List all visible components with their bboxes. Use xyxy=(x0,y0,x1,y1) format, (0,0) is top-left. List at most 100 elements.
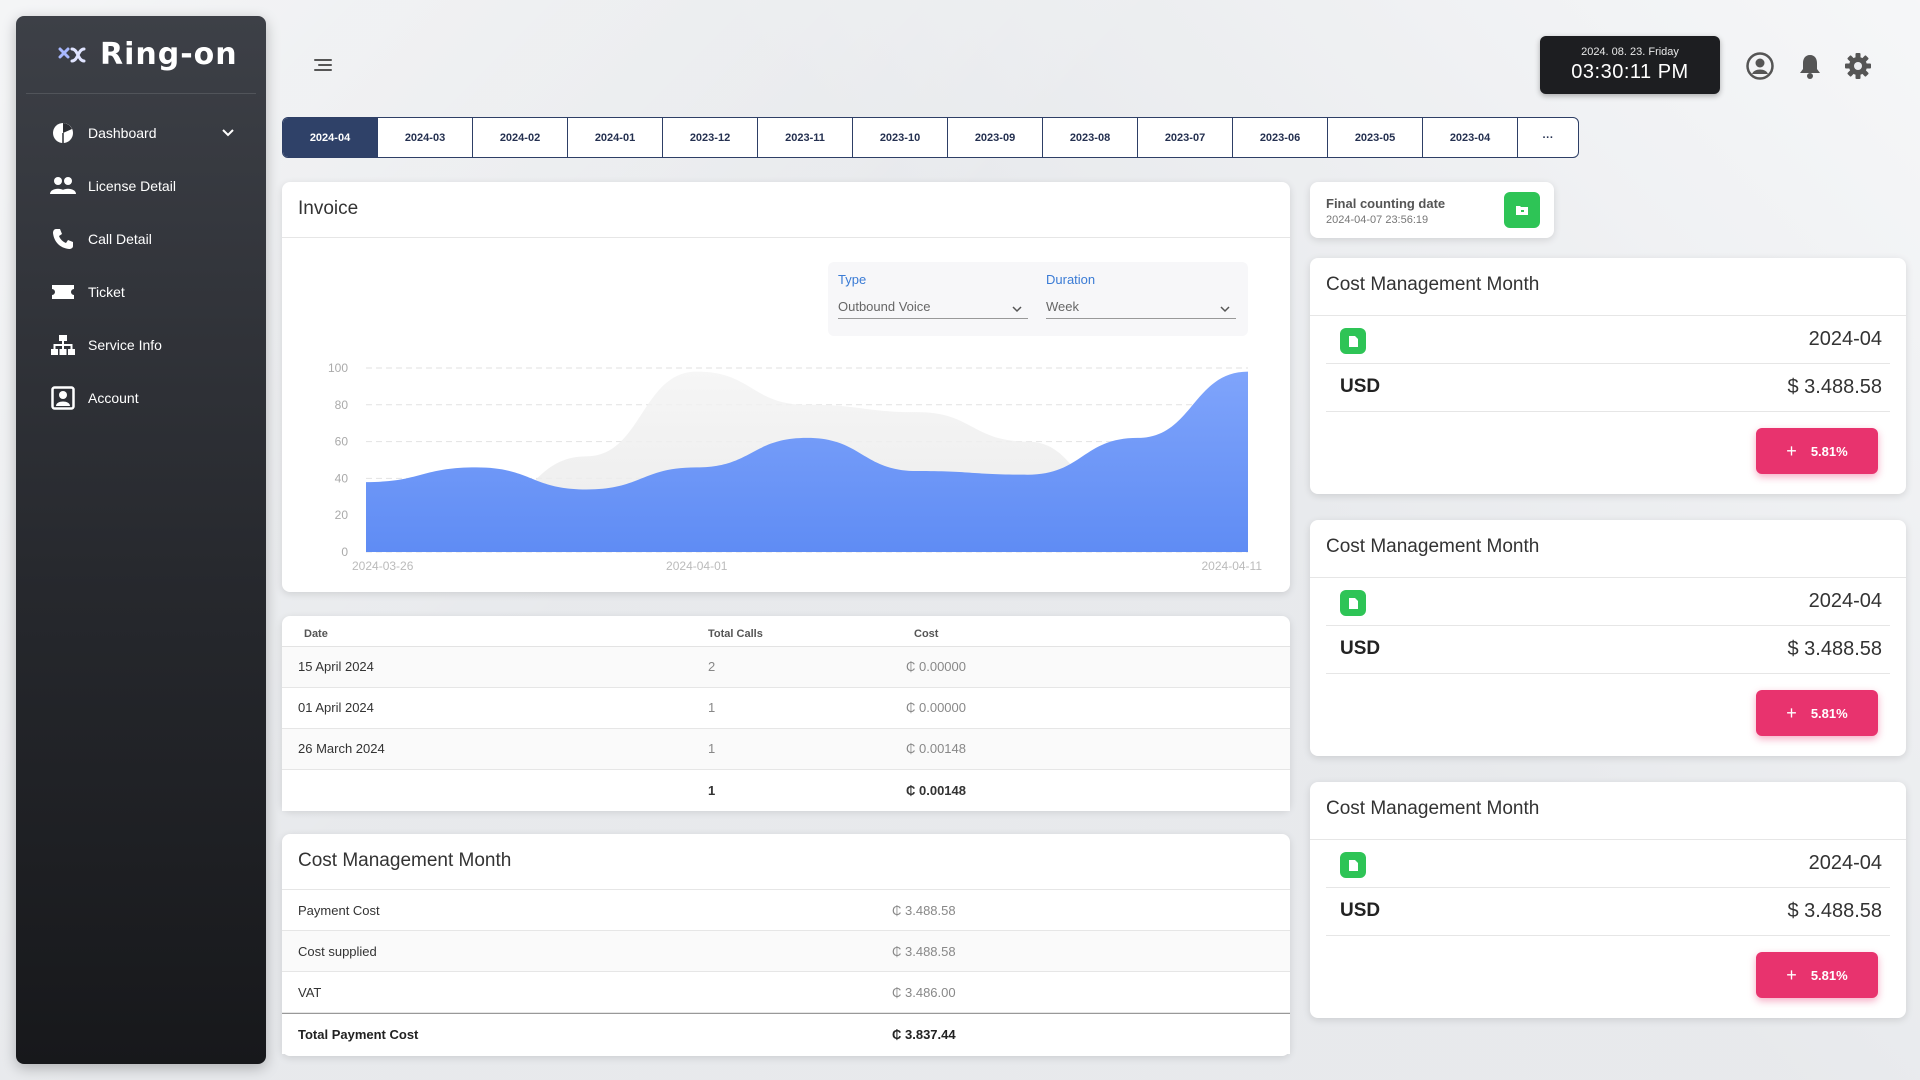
tab-2023-06[interactable]: 2023-06 xyxy=(1233,118,1328,157)
cell-date: 01 April 2024 xyxy=(282,687,708,729)
chevron-down-icon[interactable] xyxy=(222,124,234,140)
cost-row-label: Payment Cost xyxy=(298,902,380,918)
percent-change-button[interactable]: + 5.81% xyxy=(1756,428,1878,474)
cost-row-value: ₵ 3.488.58 xyxy=(892,943,956,959)
tab-2023-09[interactable]: 2023-09 xyxy=(948,118,1043,157)
document-icon xyxy=(1340,852,1366,878)
cost-management-month-card: Cost Management Month 2024-04 USD $ 3.48… xyxy=(1310,258,1906,494)
column-header-cost: Cost xyxy=(914,616,1290,647)
duration-select[interactable]: Week xyxy=(1046,299,1236,319)
cost-row: Cost supplied ₵ 3.488.58 xyxy=(282,931,1290,972)
document-icon xyxy=(1340,590,1366,616)
tab-2023-10[interactable]: 2023-10 xyxy=(853,118,948,157)
final-counting-value: 2024-04-07 23:56:19 xyxy=(1326,214,1429,226)
column-header-total-calls: Total Calls xyxy=(708,616,914,647)
sidebar-item-account[interactable]: Account xyxy=(16,371,266,424)
calls-table: Date Total Calls Cost 15 April 2024 2 ₵ … xyxy=(282,616,1290,811)
month-row: 2024-04 xyxy=(1326,578,1890,626)
amount-value: $ 3.488.58 xyxy=(1787,376,1882,398)
table-row[interactable]: 15 April 2024 2 ₵ 0.00000 xyxy=(282,646,1290,688)
sitemap-icon xyxy=(50,332,76,358)
invoice-filter: Type Outbound Voice Duration Week xyxy=(828,262,1248,336)
currency-label: USD xyxy=(1340,638,1381,659)
invoice-chart: 100 80 60 40 20 0 2024-03-26 2024-04-01 2024-04-… xyxy=(328,361,1263,573)
cost-total-value: ₵ 3.837.44 xyxy=(892,1026,956,1042)
cell-cost: ₵ 0.00000 xyxy=(906,687,1290,729)
tab-2023-12[interactable]: 2023-12 xyxy=(663,118,758,157)
percent-change-label: 5.81% xyxy=(1810,443,1848,459)
cell-cost: ₵ 0.00148 xyxy=(906,728,1290,770)
cost-row-value: ₵ 3.488.58 xyxy=(892,902,956,918)
clock-time: 03:30:11 PM xyxy=(1571,61,1689,83)
logo-mark-icon xyxy=(58,47,86,62)
card-title: Cost Management Month xyxy=(1310,520,1906,578)
cost-row: VAT ₵ 3.486.00 xyxy=(282,972,1290,1013)
clock-widget: 2024. 08. 23. Friday 03:30:11 PM xyxy=(1540,36,1720,94)
percent-change-label: 5.81% xyxy=(1810,705,1848,721)
month-tabs: 2024-04 2024-03 2024-02 2024-01 2023-12 … xyxy=(282,117,1579,158)
y-tick-label: 20 xyxy=(335,508,349,522)
final-counting-label: Final counting date xyxy=(1326,196,1446,211)
tab-more[interactable]: ··· xyxy=(1518,118,1578,157)
gear-icon[interactable] xyxy=(1844,52,1872,80)
column-header-date: Date xyxy=(282,616,708,647)
sidebar-item-ticket[interactable]: Ticket xyxy=(16,265,266,318)
document-icon xyxy=(1340,328,1366,354)
plus-icon: + xyxy=(1786,702,1797,723)
area-series-blue xyxy=(366,371,1248,552)
cell-total-calls: 1 xyxy=(708,728,914,770)
folder-icon[interactable] xyxy=(1504,192,1540,228)
cost-row: Payment Cost ₵ 3.488.58 xyxy=(282,890,1290,931)
cell-date: 26 March 2024 xyxy=(282,728,708,770)
tab-2023-04[interactable]: 2023-04 xyxy=(1423,118,1518,157)
tab-2023-07[interactable]: 2023-07 xyxy=(1138,118,1233,157)
duration-label: Duration xyxy=(1046,272,1096,287)
y-tick-label: 40 xyxy=(335,471,349,485)
sidebar-item-label: Account xyxy=(88,389,139,406)
tab-2024-01[interactable]: 2024-01 xyxy=(568,118,663,157)
currency-label: USD xyxy=(1340,376,1381,397)
tab-2023-11[interactable]: 2023-11 xyxy=(758,118,853,157)
logo[interactable]: Ring-on xyxy=(26,16,256,94)
cost-row-label: VAT xyxy=(298,984,322,1000)
percent-change-button[interactable]: + 5.81% xyxy=(1756,952,1878,998)
y-tick-label: 100 xyxy=(328,361,348,375)
tab-2024-03[interactable]: 2024-03 xyxy=(378,118,473,157)
tab-2023-08[interactable]: 2023-08 xyxy=(1043,118,1138,157)
chevron-down-icon xyxy=(1012,301,1022,316)
percent-change-button[interactable]: + 5.81% xyxy=(1756,690,1878,736)
ticket-icon xyxy=(50,279,76,305)
table-total-row: 1 ₵ 0.00148 xyxy=(282,768,1290,811)
amount-value: $ 3.488.58 xyxy=(1787,900,1882,922)
cell-total-label xyxy=(282,768,708,811)
sidebar-item-dashboard[interactable]: Dashboard xyxy=(16,106,266,159)
bell-icon[interactable] xyxy=(1796,52,1824,80)
table-header-row: Date Total Calls Cost xyxy=(282,616,1290,647)
table-row[interactable]: 01 April 2024 1 ₵ 0.00000 xyxy=(282,687,1290,729)
sidebar-item-service-info[interactable]: Service Info xyxy=(16,318,266,371)
tab-2023-05[interactable]: 2023-05 xyxy=(1328,118,1423,157)
y-tick-label: 0 xyxy=(341,545,348,559)
sidebar-item-license-detail[interactable]: License Detail xyxy=(16,159,266,212)
tab-2024-04[interactable]: 2024-04 xyxy=(283,118,378,157)
y-tick-label: 80 xyxy=(335,398,349,412)
invoice-card: Invoice 100 80 60 40 20 0 2024-03-26 2024-04-01… xyxy=(282,182,1290,592)
cost-management-title: Cost Management Month xyxy=(282,834,1290,890)
cell-total-cost: ₵ 0.00148 xyxy=(906,768,1290,811)
tab-2024-02[interactable]: 2024-02 xyxy=(473,118,568,157)
percent-change-label: 5.81% xyxy=(1810,967,1848,983)
cost-total-row: Total Payment Cost ₵ 3.837.44 xyxy=(282,1013,1290,1054)
x-tick-label: 2024-04-11 xyxy=(1202,559,1263,573)
menu-toggle-button[interactable] xyxy=(314,56,334,72)
logo-text: Ring-on xyxy=(100,37,238,72)
table-row[interactable]: 26 March 2024 1 ₵ 0.00148 xyxy=(282,728,1290,770)
phone-icon xyxy=(50,226,76,252)
user-profile-icon[interactable] xyxy=(1746,52,1774,80)
cell-total-calls: 1 xyxy=(708,768,914,811)
cost-row-label: Cost supplied xyxy=(298,943,377,959)
sidebar-item-call-detail[interactable]: Call Detail xyxy=(16,212,266,265)
plus-icon: + xyxy=(1786,440,1797,461)
sidebar-nav: Dashboard License Detail Call Detail Tic… xyxy=(16,106,266,424)
type-select[interactable]: Outbound Voice xyxy=(838,299,1028,319)
month-value: 2024-04 xyxy=(1808,852,1882,874)
